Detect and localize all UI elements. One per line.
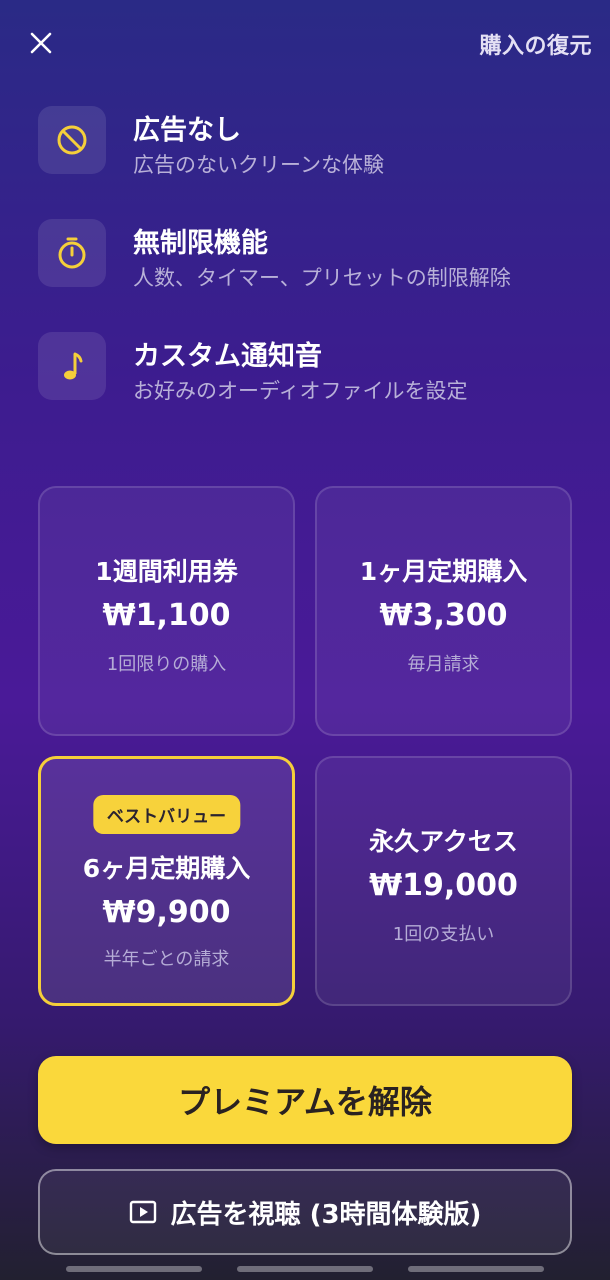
nav-handle <box>408 1266 544 1272</box>
play-video-icon <box>129 1200 156 1224</box>
plan-name: 1ヶ月定期購入 <box>359 557 528 586</box>
top-bar: 購入の復元 <box>0 0 610 84</box>
close-button[interactable] <box>26 28 56 58</box>
feature-title: 無制限機能 <box>133 228 268 259</box>
watch-ad-button[interactable]: 広告を視聴 (3時間体験版) <box>38 1169 572 1255</box>
plan-lifetime[interactable]: 永久アクセス ₩19,000 1回の支払い <box>315 756 572 1006</box>
plan-price: ₩19,000 <box>369 868 518 903</box>
nav-handle <box>66 1266 202 1272</box>
plan-note: 半年ごとの請求 <box>103 949 230 970</box>
feature-subtitle: 広告のないクリーンな体験 <box>133 153 384 177</box>
plan-name: 6ヶ月定期購入 <box>82 854 251 883</box>
feature-subtitle: お好みのオーディオファイルを設定 <box>133 379 468 403</box>
plan-note: 1回の支払い <box>392 924 495 945</box>
plan-note: 毎月請求 <box>407 654 480 675</box>
plan-price: ₩3,300 <box>379 598 508 633</box>
plan-name: 永久アクセス <box>369 827 518 856</box>
nav-handle <box>237 1266 373 1272</box>
best-value-badge: ベストバリュー <box>92 795 241 834</box>
feature-custom-sound: カスタム通知音 お好みのオーディオファイルを設定 <box>38 332 578 403</box>
feature-subtitle: 人数、タイマー、プリセットの制限解除 <box>133 266 511 290</box>
no-ads-icon <box>38 106 106 174</box>
music-note-icon <box>38 332 106 400</box>
unlock-premium-button[interactable]: プレミアムを解除 <box>38 1056 572 1144</box>
restore-purchase-button[interactable]: 購入の復元 <box>479 28 592 60</box>
plan-monthly[interactable]: 1ヶ月定期購入 ₩3,300 毎月請求 <box>315 486 572 736</box>
feature-title: カスタム通知音 <box>133 341 322 372</box>
plan-weekly[interactable]: 1週間利用券 ₩1,100 1回限りの購入 <box>38 486 295 736</box>
plan-price: ₩9,900 <box>102 895 231 930</box>
feature-title: 広告なし <box>133 115 241 146</box>
plan-price: ₩1,100 <box>102 598 231 633</box>
close-icon <box>30 32 52 54</box>
feature-unlimited: 無制限機能 人数、タイマー、プリセットの制限解除 <box>38 219 578 290</box>
feature-no-ads: 広告なし 広告のないクリーンな体験 <box>38 106 578 177</box>
timer-icon <box>38 219 106 287</box>
plan-six-month[interactable]: ベストバリュー 6ヶ月定期購入 ₩9,900 半年ごとの請求 <box>38 756 295 1006</box>
plan-name: 1週間利用券 <box>95 557 238 586</box>
plan-note: 1回限りの購入 <box>106 654 227 675</box>
watch-ad-label: 広告を視聴 (3時間体験版) <box>170 1199 482 1230</box>
